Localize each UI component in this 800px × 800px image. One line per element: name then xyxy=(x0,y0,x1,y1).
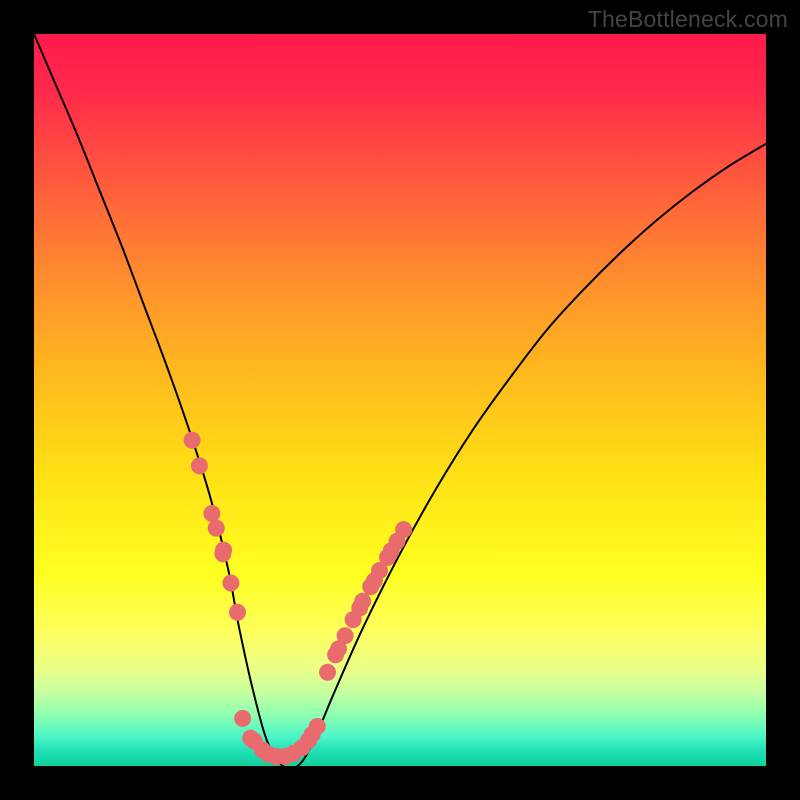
brand-watermark: TheBottleneck.com xyxy=(588,6,788,33)
marker-dot xyxy=(395,521,412,538)
marker-dot xyxy=(222,575,239,592)
plot-area xyxy=(34,34,766,766)
marker-dot xyxy=(354,593,371,610)
marker-dot xyxy=(184,432,201,449)
marker-dot xyxy=(309,718,326,735)
marker-dot xyxy=(319,664,336,681)
marker-dot xyxy=(229,604,246,621)
outer-frame: TheBottleneck.com xyxy=(0,0,800,800)
bottleneck-curve xyxy=(34,34,766,766)
chart-overlay xyxy=(34,34,766,766)
marker-dot xyxy=(208,520,225,537)
marker-dot xyxy=(215,542,232,559)
marker-dot xyxy=(191,457,208,474)
marker-dot xyxy=(203,505,220,522)
marker-dot xyxy=(234,710,251,727)
marker-dot xyxy=(337,627,354,644)
